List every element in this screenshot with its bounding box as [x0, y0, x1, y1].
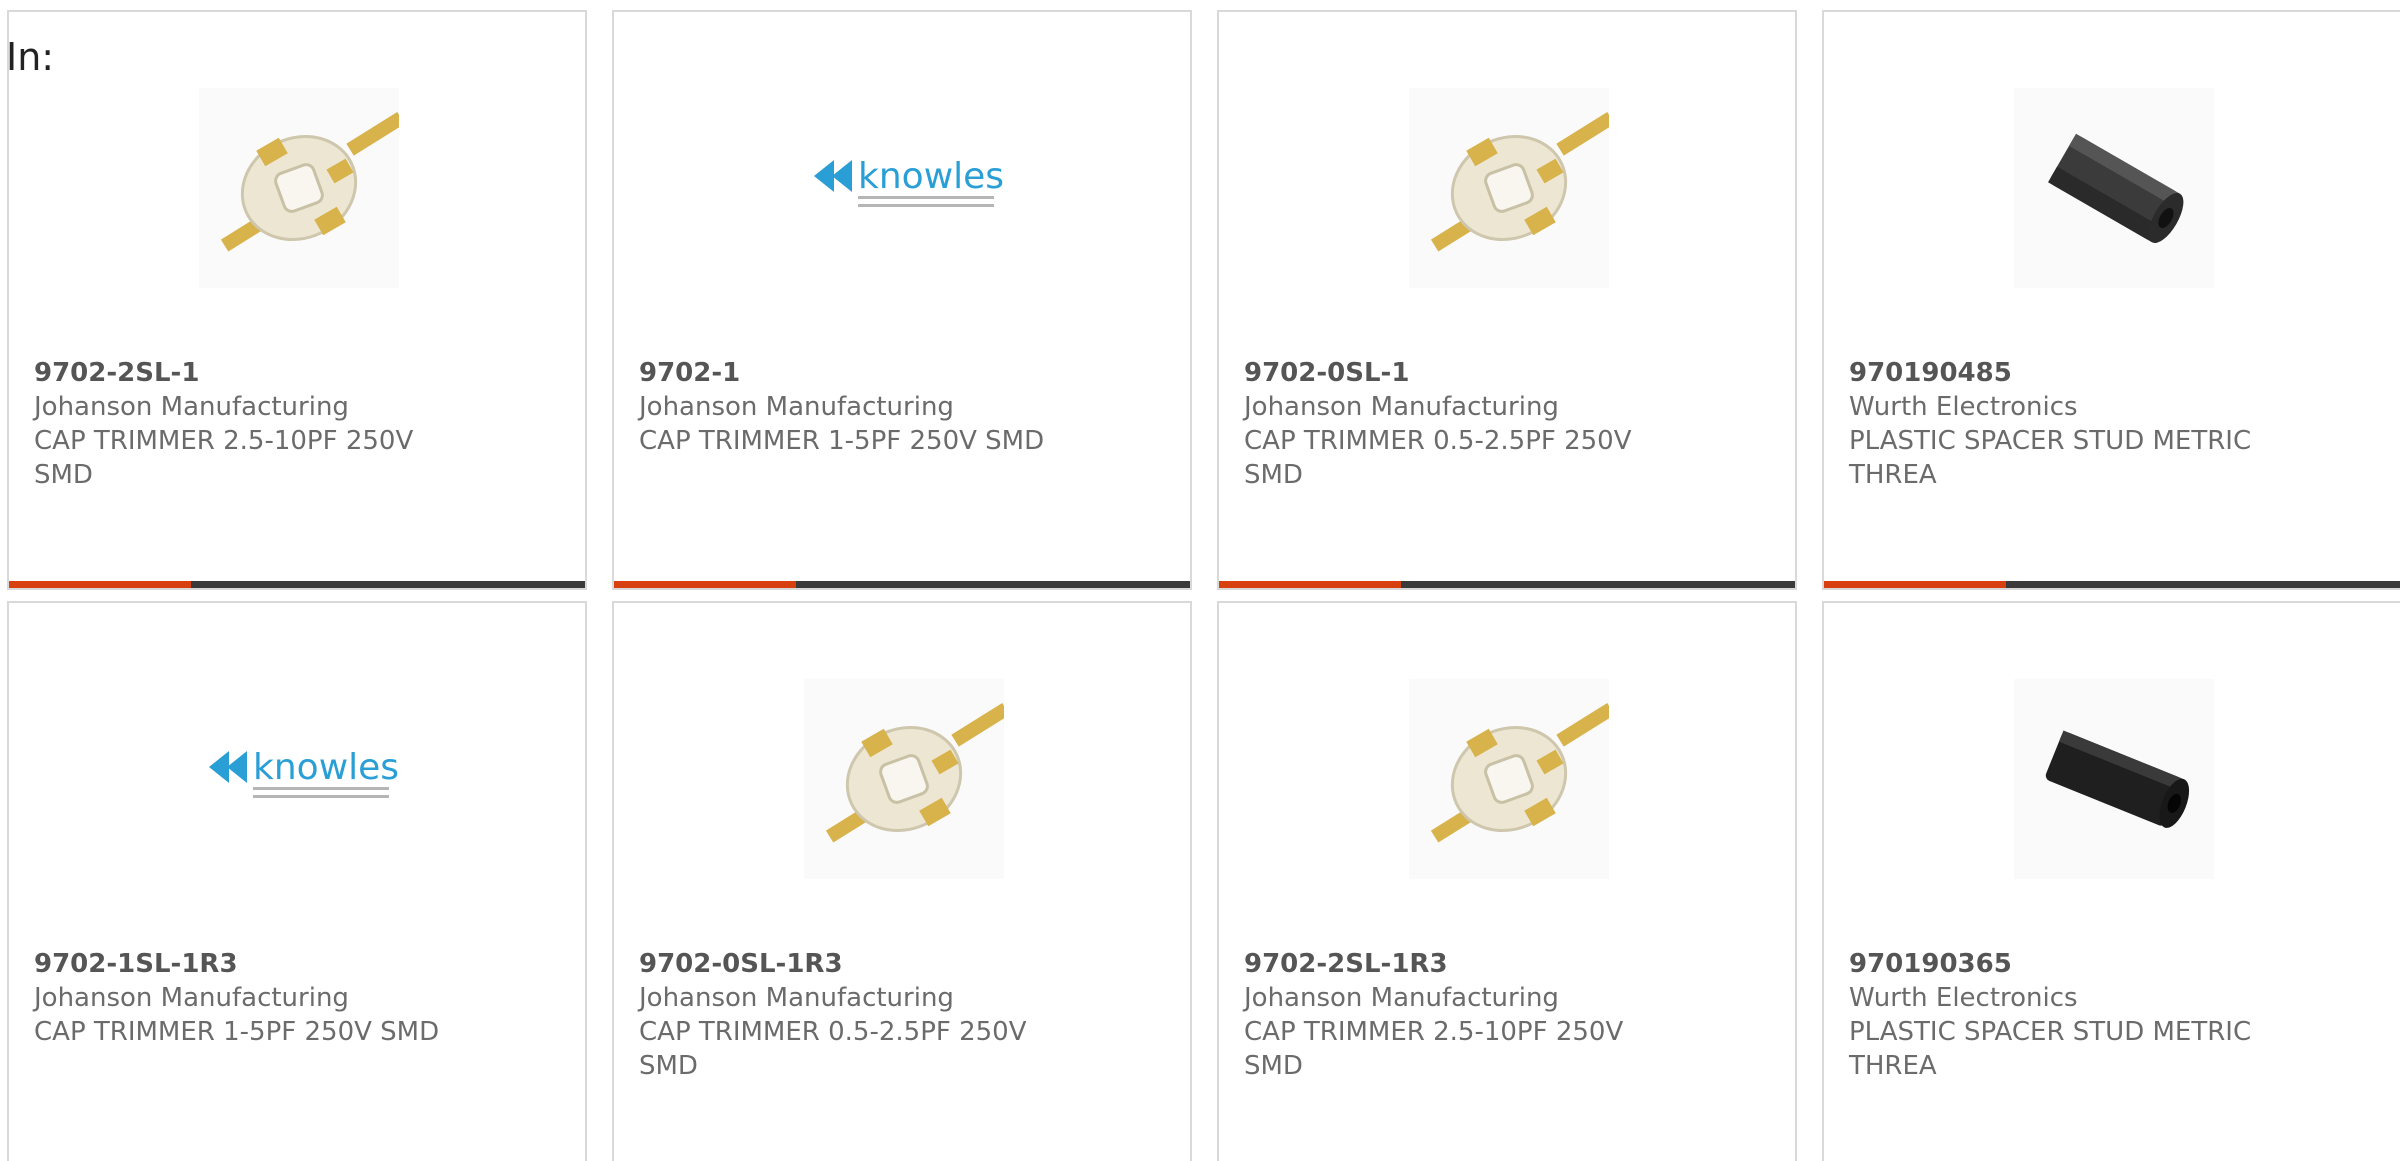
- part-number[interactable]: 9702-2SL-1: [34, 356, 474, 390]
- card-bottom-bar: [1219, 581, 1795, 588]
- manufacturer: Johanson Manufacturing: [1244, 983, 1559, 1013]
- description-line: CAP TRIMMER 1-5PF 250V SMD: [34, 1017, 440, 1047]
- product-card[interactable]: 9702-2SL-1 Johanson Manufacturing CAP TR…: [7, 10, 587, 590]
- product-card[interactable]: 970190365 Wurth Electronics PLASTIC SPAC…: [1822, 601, 2400, 1161]
- part-number[interactable]: 9702-0SL-1R3: [639, 947, 1079, 981]
- description-line: CAP TRIMMER 2.5-10PF 250V: [1244, 1017, 1624, 1047]
- knowles-logo-image[interactable]: knowles: [199, 679, 399, 879]
- description-line: SMD: [639, 1051, 698, 1081]
- description-line: SMD: [1244, 1051, 1303, 1081]
- description-line: CAP TRIMMER 2.5-10PF 250V: [34, 426, 414, 456]
- product-info: 9702-0SL-1 Johanson Manufacturing CAP TR…: [1244, 356, 1684, 492]
- trimmer-capacitor-image[interactable]: [1409, 679, 1609, 879]
- product-info: 970190485 Wurth Electronics PLASTIC SPAC…: [1849, 356, 2289, 492]
- svg-text:knowles: knowles: [253, 747, 399, 788]
- knowles-logo-image[interactable]: knowles: [804, 88, 1004, 288]
- part-number[interactable]: 9702-1: [639, 356, 1079, 390]
- description-line: CAP TRIMMER 1-5PF 250V SMD: [639, 426, 1045, 456]
- part-number[interactable]: 9702-0SL-1: [1244, 356, 1684, 390]
- description-line: CAP TRIMMER 0.5-2.5PF 250V: [1244, 426, 1632, 456]
- card-accent-bar: [1219, 581, 1401, 588]
- product-card[interactable]: 9702-0SL-1 Johanson Manufacturing CAP TR…: [1217, 10, 1797, 590]
- description-line: SMD: [1244, 460, 1303, 490]
- product-card[interactable]: knowles 9702-1SL-1R3 Johanson Manufactur…: [7, 601, 587, 1161]
- description-line: THREA: [1849, 1051, 1937, 1081]
- manufacturer: Wurth Electronics: [1849, 392, 2078, 422]
- product-info: 9702-1 Johanson Manufacturing CAP TRIMME…: [639, 356, 1079, 458]
- product-info: 9702-0SL-1R3 Johanson Manufacturing CAP …: [639, 947, 1079, 1083]
- part-number[interactable]: 9702-1SL-1R3: [34, 947, 474, 981]
- card-bottom-bar: [1824, 581, 2400, 588]
- part-number[interactable]: 970190485: [1849, 356, 2289, 390]
- manufacturer: Johanson Manufacturing: [1244, 392, 1559, 422]
- spacer-stud-image[interactable]: [2014, 679, 2214, 879]
- spacer-stud-image[interactable]: [2014, 88, 2214, 288]
- product-results-page: 9702-2SL-1 Johanson Manufacturing CAP TR…: [0, 0, 2400, 1161]
- product-grid: 9702-2SL-1 Johanson Manufacturing CAP TR…: [7, 10, 2400, 1161]
- product-card[interactable]: knowles 9702-1 Johanson Manufacturing CA…: [612, 10, 1192, 590]
- description-line: PLASTIC SPACER STUD METRIC: [1849, 426, 2252, 456]
- manufacturer: Johanson Manufacturing: [639, 392, 954, 422]
- part-number[interactable]: 9702-2SL-1R3: [1244, 947, 1684, 981]
- trimmer-capacitor-image[interactable]: [1409, 88, 1609, 288]
- product-card[interactable]: 9702-2SL-1R3 Johanson Manufacturing CAP …: [1217, 601, 1797, 1161]
- manufacturer: Johanson Manufacturing: [34, 983, 349, 1013]
- trimmer-capacitor-image[interactable]: [804, 679, 1004, 879]
- description-line: CAP TRIMMER 0.5-2.5PF 250V: [639, 1017, 1027, 1047]
- product-info: 9702-1SL-1R3 Johanson Manufacturing CAP …: [34, 947, 474, 1049]
- product-info: 970190365 Wurth Electronics PLASTIC SPAC…: [1849, 947, 2289, 1083]
- manufacturer: Johanson Manufacturing: [639, 983, 954, 1013]
- product-card[interactable]: 9702-0SL-1R3 Johanson Manufacturing CAP …: [612, 601, 1192, 1161]
- card-accent-bar: [614, 581, 796, 588]
- manufacturer: Wurth Electronics: [1849, 983, 2078, 1013]
- card-accent-bar: [9, 581, 191, 588]
- trimmer-capacitor-image[interactable]: [199, 88, 399, 288]
- manufacturer: Johanson Manufacturing: [34, 392, 349, 422]
- product-info: 9702-2SL-1R3 Johanson Manufacturing CAP …: [1244, 947, 1684, 1083]
- description-line: SMD: [34, 460, 93, 490]
- part-number[interactable]: 970190365: [1849, 947, 2289, 981]
- product-card[interactable]: 970190485 Wurth Electronics PLASTIC SPAC…: [1822, 10, 2400, 590]
- svg-text:knowles: knowles: [858, 156, 1004, 197]
- description-line: THREA: [1849, 460, 1937, 490]
- card-bottom-bar: [9, 581, 585, 588]
- card-accent-bar: [1824, 581, 2006, 588]
- product-info: 9702-2SL-1 Johanson Manufacturing CAP TR…: [34, 356, 474, 492]
- filter-in-label: In:: [6, 35, 55, 79]
- description-line: PLASTIC SPACER STUD METRIC: [1849, 1017, 2252, 1047]
- card-bottom-bar: [614, 581, 1190, 588]
